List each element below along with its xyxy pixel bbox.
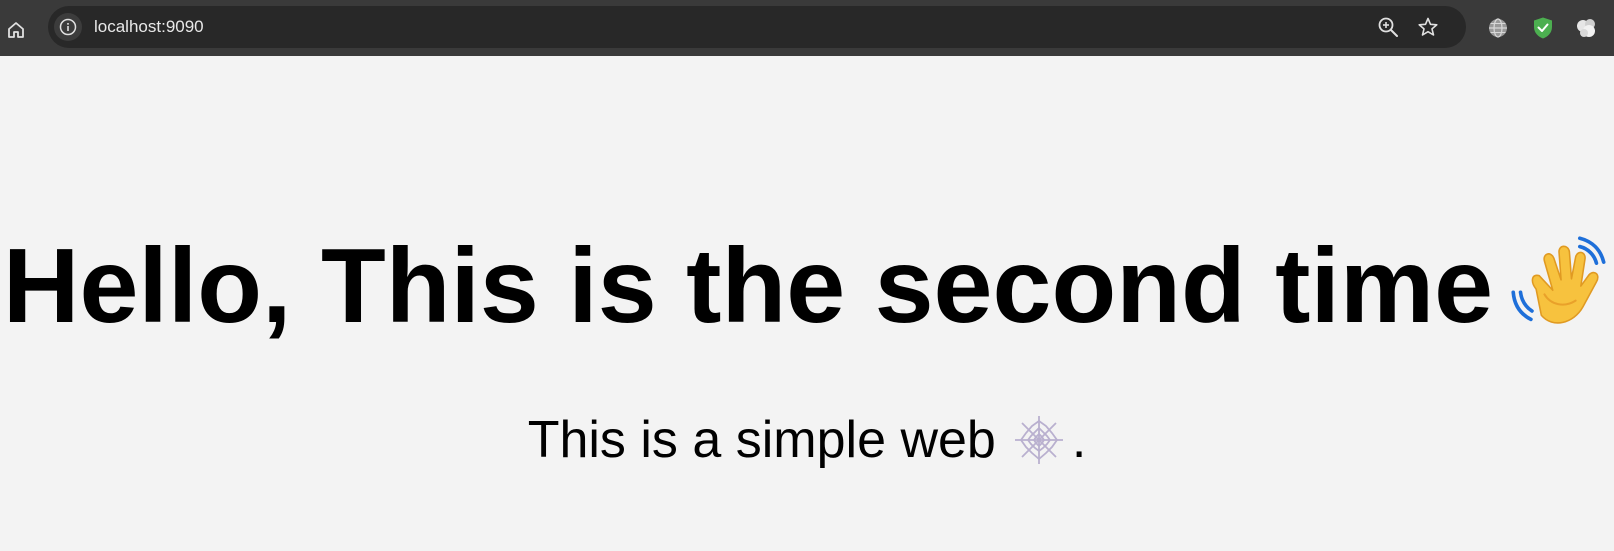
page-subtitle: This is a simple web . — [0, 408, 1614, 472]
extensions-menu-button[interactable] — [1574, 15, 1600, 41]
toolbar-row: localhost:9090 — [0, 6, 1614, 56]
globe-icon — [1489, 18, 1507, 38]
browser-toolbar: localhost:9090 — [0, 0, 1614, 56]
star-icon — [1418, 17, 1438, 36]
url-text[interactable]: localhost:9090 — [94, 6, 204, 48]
subtitle-end: . — [1071, 411, 1087, 469]
zoom-button[interactable] — [1376, 15, 1400, 39]
page-content: Hello, This is the second time This is a… — [0, 56, 1614, 551]
spider-web-icon — [1014, 416, 1063, 464]
home-button[interactable] — [4, 18, 28, 42]
home-icon — [8, 22, 24, 38]
extension-globe-button[interactable] — [1485, 15, 1511, 41]
zoom-in-icon — [1378, 17, 1398, 37]
subtitle-text: This is a simple web — [527, 411, 996, 469]
site-info-button[interactable] — [54, 13, 82, 41]
bookmark-button[interactable] — [1416, 15, 1440, 39]
waving-hand-icon — [1511, 236, 1606, 324]
extension-shield-button[interactable] — [1530, 15, 1556, 41]
shield-check-icon — [1534, 17, 1552, 39]
address-bar[interactable]: localhost:9090 — [48, 6, 1466, 48]
puzzle-icon — [1577, 19, 1595, 37]
info-icon — [59, 18, 77, 36]
heading-text: Hello, This is the second time — [2, 227, 1494, 345]
page-heading: Hello, This is the second time — [0, 226, 1614, 346]
